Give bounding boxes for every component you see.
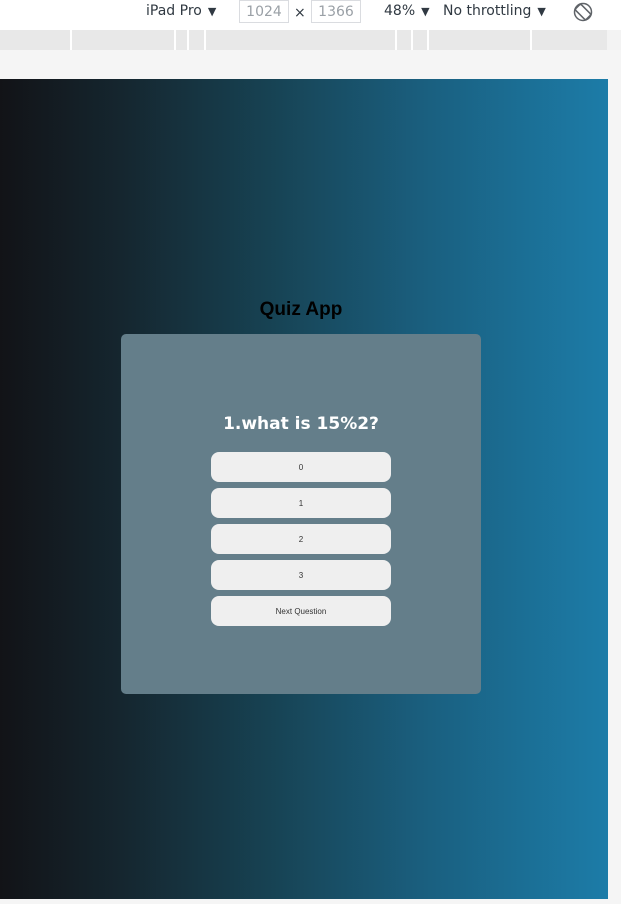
rotate-icon — [573, 2, 593, 22]
answer-button[interactable]: 2 — [211, 524, 391, 554]
scrollbar-track[interactable] — [608, 79, 621, 904]
answer-button[interactable]: 0 — [211, 452, 391, 482]
media-query-marker[interactable] — [70, 30, 72, 50]
media-query-marker[interactable] — [411, 30, 413, 50]
zoom-value: 48% — [384, 3, 416, 19]
media-query-marker[interactable] — [174, 30, 176, 50]
quiz-card: 1.what is 15%2? 0 1 2 3 Next Question — [121, 334, 481, 694]
answer-button[interactable]: 1 — [211, 488, 391, 518]
answer-button[interactable]: 3 — [211, 560, 391, 590]
app-title: Quiz App — [259, 299, 343, 320]
media-query-marker[interactable] — [530, 30, 532, 50]
media-query-marker[interactable] — [427, 30, 429, 50]
chevron-down-icon: ▼ — [207, 4, 217, 18]
device-select[interactable]: iPad Pro ▼ — [146, 3, 216, 19]
media-bar-end — [607, 30, 621, 50]
zoom-select[interactable]: 48% ▼ — [384, 3, 430, 19]
dimension-separator: × — [294, 5, 306, 21]
next-question-button[interactable]: Next Question — [211, 596, 391, 626]
emulated-page: Quiz App 1.what is 15%2? 0 1 2 3 Next Qu… — [0, 79, 608, 899]
answer-list: 0 1 2 3 — [211, 452, 391, 596]
device-toolbar: iPad Pro ▼ × 48% ▼ No throttling ▼ — [0, 0, 621, 28]
device-name: iPad Pro — [146, 3, 202, 19]
question-text: 1.what is 15%2? — [223, 414, 379, 434]
viewport-height-input[interactable] — [311, 0, 361, 23]
throttling-value: No throttling — [443, 3, 532, 19]
media-query-marker[interactable] — [187, 30, 189, 50]
rotate-button[interactable] — [572, 1, 594, 23]
chevron-down-icon: ▼ — [537, 4, 546, 18]
media-query-marker[interactable] — [204, 30, 206, 50]
media-query-bar[interactable] — [0, 30, 607, 50]
viewport-width-input[interactable] — [239, 0, 289, 23]
throttling-select[interactable]: No throttling ▼ — [443, 3, 546, 19]
media-query-marker[interactable] — [395, 30, 397, 50]
chevron-down-icon: ▼ — [421, 4, 430, 18]
